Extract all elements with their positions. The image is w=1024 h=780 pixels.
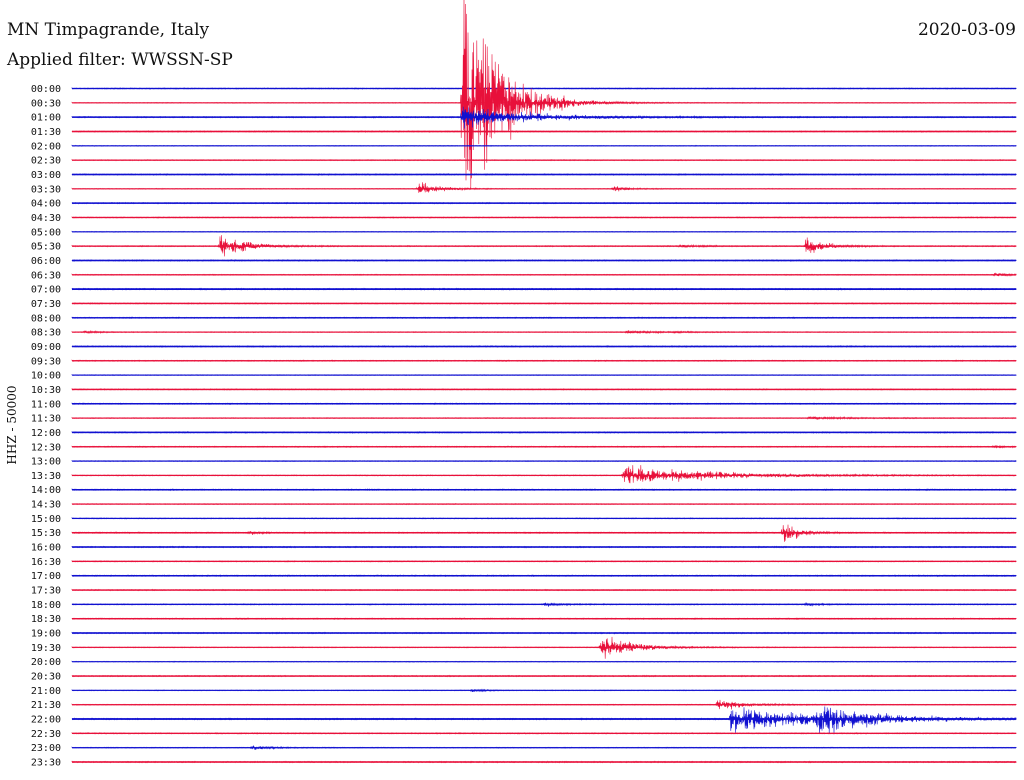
time-label: 14:30: [31, 500, 61, 511]
time-label: 03:30: [31, 184, 61, 195]
time-label: 22:30: [31, 729, 61, 740]
time-label: 11:00: [31, 399, 61, 410]
time-label: 06:00: [31, 256, 61, 267]
time-label: 00:30: [31, 98, 61, 109]
trace-line: [71, 465, 1017, 484]
time-labels: 00:00 00:30 01:00 01:30 02:00 02:30 03:00 03:30…: [31, 84, 61, 769]
time-label: 03:00: [31, 170, 61, 181]
time-label: 22:00: [31, 715, 61, 726]
trace-line: [71, 706, 1017, 734]
time-label: 18:00: [31, 600, 61, 611]
time-label: 12:30: [31, 442, 61, 453]
time-label: 08:30: [31, 328, 61, 339]
time-label: 21:30: [31, 700, 61, 711]
time-label: 15:00: [31, 514, 61, 525]
time-label: 23:00: [31, 743, 61, 754]
time-label: 12:00: [31, 428, 61, 439]
time-label: 00:00: [31, 84, 61, 95]
time-label: 04:30: [31, 213, 61, 224]
traces: [71, 0, 1017, 764]
time-label: 05:30: [31, 242, 61, 253]
time-label: 02:00: [31, 141, 61, 152]
time-label: 18:30: [31, 614, 61, 625]
time-label: 19:00: [31, 629, 61, 640]
time-label: 02:30: [31, 156, 61, 167]
time-label: 05:00: [31, 227, 61, 238]
time-label: 19:30: [31, 643, 61, 654]
time-label: 13:30: [31, 471, 61, 482]
time-label: 07:30: [31, 299, 61, 310]
time-label: 01:30: [31, 127, 61, 138]
time-label: 16:30: [31, 557, 61, 568]
time-label: 17:00: [31, 571, 61, 582]
time-label: 16:00: [31, 543, 61, 554]
time-label: 10:00: [31, 371, 61, 382]
time-label: 09:00: [31, 342, 61, 353]
time-label: 20:00: [31, 657, 61, 668]
time-label: 17:30: [31, 586, 61, 597]
time-label: 04:00: [31, 199, 61, 210]
time-label: 09:30: [31, 356, 61, 367]
time-label: 08:00: [31, 313, 61, 324]
time-label: 10:30: [31, 385, 61, 396]
time-label: 23:30: [31, 758, 61, 769]
time-label: 11:30: [31, 414, 61, 425]
time-label: 01:00: [31, 113, 61, 124]
time-label: 07:00: [31, 285, 61, 296]
seismogram-plot: 00:00 00:30 01:00 01:30 02:00 02:30 03:00 03:30…: [31, 0, 1017, 769]
time-label: 06:30: [31, 270, 61, 281]
time-label: 14:00: [31, 485, 61, 496]
time-label: 21:00: [31, 686, 61, 697]
time-label: 13:00: [31, 457, 61, 468]
time-label: 20:30: [31, 672, 61, 683]
trace-line: [71, 182, 1017, 193]
time-label: 15:30: [31, 528, 61, 539]
